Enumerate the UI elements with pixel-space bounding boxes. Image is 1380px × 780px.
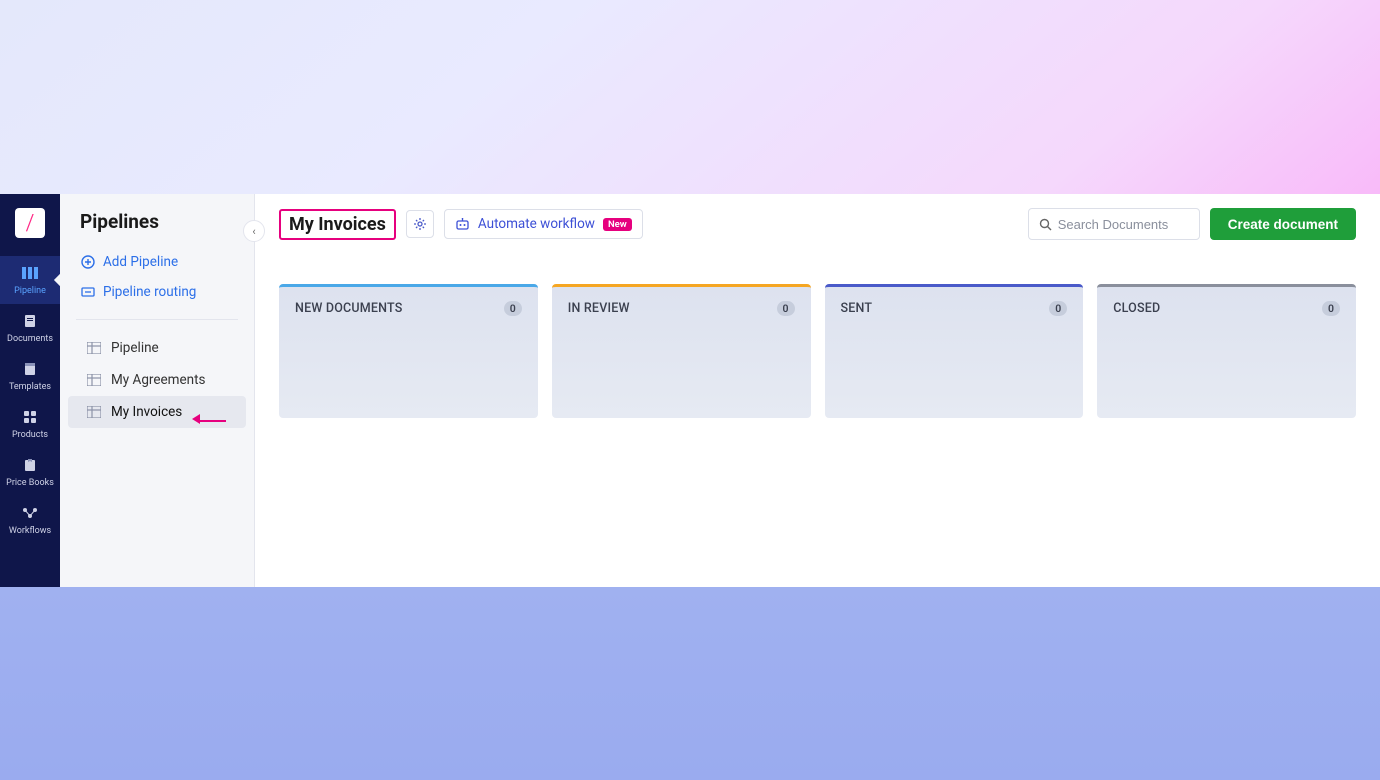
nav-label: Templates	[9, 382, 51, 392]
column-count: 0	[777, 301, 795, 316]
robot-icon	[455, 218, 470, 231]
sidebar-title: Pipelines	[60, 208, 254, 247]
new-badge: New	[603, 218, 632, 231]
nav-label: Price Books	[6, 478, 54, 488]
collapse-sidebar-button[interactable]: ‹	[243, 220, 265, 242]
nav-rail: / Pipeline Documents Templates Products	[0, 194, 60, 587]
nav-label: Pipeline	[14, 286, 46, 296]
column-new-documents[interactable]: NEW DOCUMENTS 0	[279, 284, 538, 418]
column-in-review[interactable]: IN REVIEW 0	[552, 284, 811, 418]
pipeline-icon	[22, 264, 38, 282]
column-title: IN REVIEW	[568, 301, 630, 316]
column-title: CLOSED	[1113, 301, 1160, 316]
workflows-icon	[22, 504, 38, 522]
sidebar-item-my-invoices[interactable]: My Invoices	[68, 396, 246, 428]
chevron-left-icon: ‹	[252, 225, 255, 238]
sidebar-item-label: My Invoices	[111, 404, 182, 420]
search-icon	[1039, 218, 1052, 231]
column-closed[interactable]: CLOSED 0	[1097, 284, 1356, 418]
plus-circle-icon	[80, 255, 95, 269]
sidebar-item-pipeline[interactable]: Pipeline	[68, 332, 246, 364]
add-pipeline-link[interactable]: Add Pipeline	[60, 247, 254, 277]
background-gradient-bottom	[0, 587, 1380, 780]
app-logo[interactable]: /	[15, 208, 45, 238]
app-window: / Pipeline Documents Templates Products	[0, 194, 1380, 587]
nav-item-documents[interactable]: Documents	[0, 304, 60, 352]
settings-button[interactable]	[406, 210, 434, 238]
sidebar-item-my-agreements[interactable]: My Agreements	[68, 364, 246, 396]
board-icon	[86, 342, 101, 354]
templates-icon	[23, 360, 37, 378]
nav-label: Documents	[7, 334, 53, 344]
column-sent[interactable]: SENT 0	[825, 284, 1084, 418]
pipeline-routing-link[interactable]: Pipeline routing	[60, 277, 254, 307]
board-icon	[86, 374, 101, 386]
kanban-board: NEW DOCUMENTS 0 IN REVIEW 0 SENT 0 CLOSE…	[279, 284, 1356, 418]
column-title: SENT	[841, 301, 873, 316]
board-icon	[86, 406, 101, 418]
nav-item-templates[interactable]: Templates	[0, 352, 60, 400]
main-content: My Invoices Automate workflow New	[255, 194, 1380, 587]
documents-icon	[23, 312, 37, 330]
search-box[interactable]	[1028, 208, 1200, 240]
sidebar-item-label: Pipeline	[111, 340, 159, 356]
column-count: 0	[1322, 301, 1340, 316]
create-document-button[interactable]: Create document	[1210, 208, 1356, 240]
column-count: 0	[504, 301, 522, 316]
nav-item-products[interactable]: Products	[0, 400, 60, 448]
price-books-icon	[23, 456, 37, 474]
sidebar-divider	[76, 319, 238, 320]
automate-workflow-button[interactable]: Automate workflow New	[444, 209, 643, 239]
button-label: Automate workflow	[478, 216, 595, 232]
nav-label: Products	[12, 430, 48, 440]
column-title: NEW DOCUMENTS	[295, 301, 403, 316]
gear-icon	[413, 217, 427, 231]
page-title-highlight: My Invoices	[279, 209, 396, 240]
sidebar: ‹ Pipelines Add Pipeline Pipeline routin…	[60, 194, 255, 587]
sidebar-item-label: My Agreements	[111, 372, 206, 388]
nav-label: Workflows	[9, 526, 51, 536]
toolbar: My Invoices Automate workflow New	[279, 208, 1356, 240]
routing-icon	[80, 285, 95, 299]
column-count: 0	[1049, 301, 1067, 316]
search-input[interactable]	[1058, 217, 1189, 232]
nav-item-price-books[interactable]: Price Books	[0, 448, 60, 496]
slash-icon: /	[26, 211, 35, 236]
nav-item-workflows[interactable]: Workflows	[0, 496, 60, 544]
nav-item-pipeline[interactable]: Pipeline	[0, 256, 60, 304]
link-label: Pipeline routing	[103, 284, 196, 300]
page-title: My Invoices	[289, 214, 386, 235]
link-label: Add Pipeline	[103, 254, 178, 270]
products-icon	[23, 408, 37, 426]
